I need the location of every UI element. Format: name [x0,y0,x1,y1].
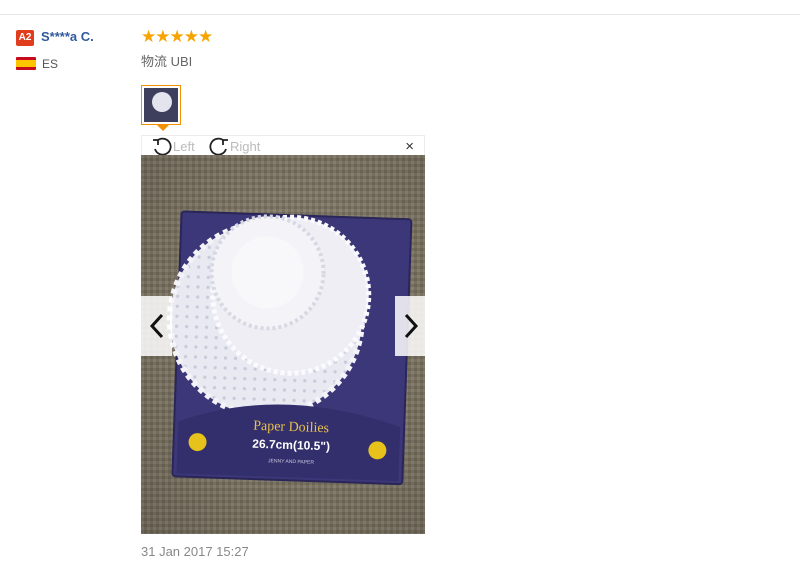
chevron-right-icon [404,313,418,339]
thumbnail-pointer [157,125,169,131]
review-date: 31 Jan 2017 15:27 [141,544,249,559]
rotate-left-icon [153,137,172,156]
photo-brand-text: Paper Doilies [253,419,329,437]
rotate-right-button[interactable]: Right [208,136,260,156]
chevron-left-icon [149,313,163,339]
reviewer-country: ES [42,57,59,71]
review-photo-thumbnail[interactable] [141,85,181,125]
review-photo: Paper Doilies 26.7cm(10.5") JENNY AND PA… [141,155,425,534]
top-divider [0,14,800,15]
close-viewer-icon[interactable]: × [405,137,414,157]
photo-size-text: 26.7cm(10.5") [252,437,330,454]
image-viewer-toolbar: Left Right × [141,135,425,157]
next-photo-button[interactable] [395,296,426,356]
rotate-left-label: Left [173,138,195,154]
star-rating: ★★★★★ [141,27,213,46]
rotate-right-icon [209,137,228,156]
previous-photo-button[interactable] [141,296,172,356]
thumbnail-image [144,88,178,122]
rotate-right-label: Right [230,138,261,154]
rotate-left-button[interactable]: Left [151,136,195,156]
buyer-level-badge: A2 [16,30,34,46]
logistics-info: 物流 UBI [141,54,193,69]
reviewer-name: S****a C. [41,29,94,44]
spain-flag-icon [16,57,36,70]
